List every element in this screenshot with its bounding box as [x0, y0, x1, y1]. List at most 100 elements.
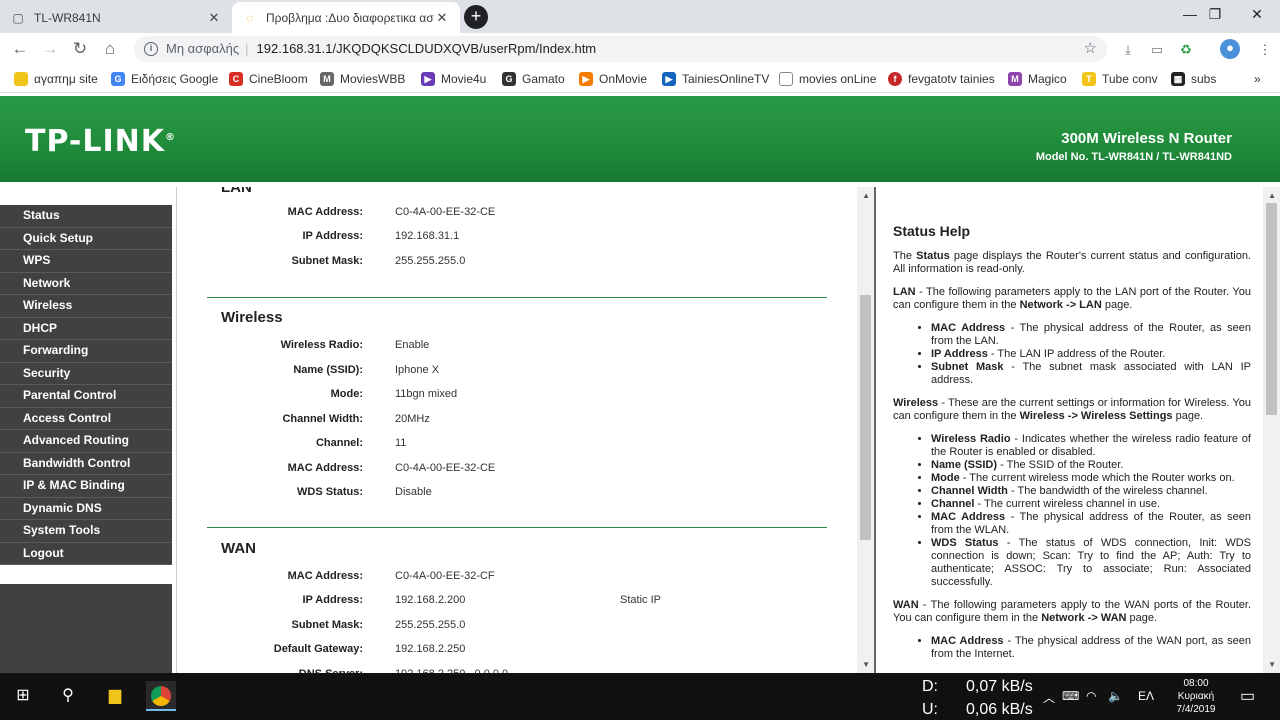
menu-item-dhcp[interactable]: DHCP: [0, 317, 172, 340]
download-icon[interactable]: ⤓: [1119, 41, 1137, 59]
bookmark-label: Movie4u: [441, 72, 487, 86]
notification-icon[interactable]: ▭: [1240, 686, 1255, 706]
help-term: Name (SSID): [931, 459, 998, 471]
help-bold: WAN: [893, 599, 919, 611]
help-bold: Wireless -> Wireless Settings: [1019, 410, 1173, 422]
back-icon[interactable]: ←: [9, 38, 31, 60]
recycle-extension-icon[interactable]: ♻: [1177, 41, 1195, 59]
windows-start-icon[interactable]: ⊞: [8, 681, 38, 711]
bookmark-label: subs: [1191, 72, 1217, 86]
menu-item-logout[interactable]: Logout: [0, 542, 172, 565]
status-row: Name (SSID): Iphone X: [177, 364, 827, 384]
scroll-up-icon[interactable]: ▲: [862, 191, 870, 200]
help-intro: The Status page displays the Router's cu…: [893, 250, 1251, 275]
tubeconv-icon: T: [1082, 72, 1096, 86]
menu-item-system-tools[interactable]: System Tools: [0, 520, 172, 543]
profile-avatar-icon[interactable]: ●: [1220, 39, 1240, 59]
more-bookmarks-icon[interactable]: »: [1254, 70, 1261, 88]
scroll-down-icon[interactable]: ▼: [862, 660, 870, 669]
field-label: Channel:: [315, 437, 363, 449]
moviewbb-icon: M: [320, 72, 334, 86]
scrollbar-thumb[interactable]: [1266, 203, 1277, 415]
bookmark-folder[interactable]: αγαπημ site: [14, 70, 98, 88]
close-tab-icon[interactable]: ✕: [434, 10, 450, 26]
home-icon[interactable]: ⌂: [99, 38, 121, 60]
new-tab-button[interactable]: +: [464, 5, 488, 29]
bookmark-item[interactable]: G Ειδήσεις Google: [111, 70, 218, 88]
volume-icon[interactable]: 🔈: [1108, 689, 1123, 703]
field-label: Wireless Radio:: [280, 339, 363, 351]
address-bar[interactable]: i Μη ασφαλής | 192.168.31.1/JKQDQKSCLDUD…: [134, 36, 1107, 62]
help-bold: LAN: [893, 286, 916, 298]
menu-kebab-icon[interactable]: ⋮: [1256, 41, 1274, 59]
lan-section-title: LAN: [221, 187, 252, 196]
clock[interactable]: 08:00 Κυριακή 7/4/2019: [1166, 677, 1226, 716]
language-indicator[interactable]: ΕΛ: [1138, 689, 1154, 703]
router-header: TP-LINK® 300M Wireless N Router Model No…: [0, 96, 1280, 182]
tab-router[interactable]: ▢ TL-WR841N ✕: [0, 2, 232, 33]
scrollbar-thumb[interactable]: [860, 295, 871, 540]
bookmark-star-icon[interactable]: ☆: [1084, 36, 1097, 62]
menu-item-access-control[interactable]: Access Control: [0, 407, 172, 430]
status-panel: LAN MAC Address: C0-4A-00-EE-32-CE IP Addr…: [176, 187, 874, 673]
status-scrollbar[interactable]: ▲ ▼: [857, 187, 874, 673]
help-desc: - The current wireless channel in use.: [974, 498, 1161, 510]
menu-item-dynamic-dns[interactable]: Dynamic DNS: [0, 497, 172, 520]
bookmark-item[interactable]: M MoviesWBB: [320, 70, 405, 88]
loading-icon: ◌: [246, 10, 254, 25]
menu-item-status[interactable]: Status: [0, 205, 172, 228]
menu-item-quick-setup[interactable]: Quick Setup: [0, 227, 172, 250]
menu-item-ip-mac-binding[interactable]: IP & MAC Binding: [0, 475, 172, 498]
help-list-item: MAC Address - The physical address of th…: [931, 322, 1251, 348]
bookmark-item[interactable]: ▶ OnMovie: [579, 70, 647, 88]
bookmark-item[interactable]: ▶ Movie4u: [421, 70, 486, 88]
menu-item-wireless[interactable]: Wireless: [0, 295, 172, 318]
input-method-icon[interactable]: ⌨: [1062, 689, 1079, 703]
help-desc: - The current wireless mode which the Ro…: [959, 472, 1235, 484]
bookmark-item[interactable]: G Gamato: [502, 70, 565, 88]
bookmark-item[interactable]: M Magico: [1008, 70, 1067, 88]
reload-icon[interactable]: ↻: [69, 38, 91, 60]
status-row: WDS Status: Disable: [177, 486, 827, 506]
clock-time: 08:00: [1183, 678, 1209, 689]
help-desc: - The bandwidth of the wireless channel.: [1007, 485, 1208, 497]
wifi-icon[interactable]: ◠: [1086, 689, 1096, 703]
file-explorer-icon[interactable]: ▆: [100, 681, 130, 711]
bookmark-label: TainiesOnlineTV: [682, 72, 770, 86]
close-tab-icon[interactable]: ✕: [206, 10, 222, 26]
main-menu: Status Quick Setup WPS Network Wireless DHCP F…: [0, 205, 172, 565]
tainiesonline-icon: ▶: [662, 72, 676, 86]
extension-icon[interactable]: ▭: [1148, 41, 1166, 59]
search-icon[interactable]: ⚲: [53, 681, 83, 711]
info-icon[interactable]: i: [144, 42, 158, 56]
bookmark-item[interactable]: C CineBloom: [229, 70, 308, 88]
close-window-button[interactable]: ✕: [1234, 0, 1280, 30]
menu-item-bandwidth-control[interactable]: Bandwidth Control: [0, 452, 172, 475]
menu-item-advanced-routing[interactable]: Advanced Routing: [0, 430, 172, 453]
bookmark-item[interactable]: T Tube conv: [1082, 70, 1158, 88]
status-row: IP Address: 192.168.2.200 Static IP: [177, 594, 827, 614]
help-scrollbar[interactable]: ▲ ▼: [1263, 187, 1280, 673]
field-label: IP Address:: [302, 594, 363, 607]
forward-icon[interactable]: →: [39, 38, 61, 60]
menu-item-forwarding[interactable]: Forwarding: [0, 340, 172, 363]
help-panel: Status Help The Status page displays the…: [874, 187, 1280, 673]
wireless-section-title: Wireless: [221, 309, 283, 326]
field-value: 11: [395, 437, 407, 449]
menu-item-parental-control[interactable]: Parental Control: [0, 385, 172, 408]
chrome-icon[interactable]: [146, 681, 176, 711]
bookmark-item[interactable]: ▶ TainiesOnlineTV: [662, 70, 769, 88]
scroll-down-icon[interactable]: ▼: [1268, 660, 1276, 669]
bookmark-item[interactable]: movies onLine: [779, 70, 876, 88]
wan-section-title: WAN: [221, 540, 256, 557]
bookmark-item[interactable]: ▦ subs: [1171, 70, 1216, 88]
bookmark-item[interactable]: f fevgatotv tainies: [888, 70, 995, 88]
maximize-button[interactable]: ❐: [1192, 0, 1238, 30]
menu-item-wps[interactable]: WPS: [0, 250, 172, 273]
tray-expand-icon[interactable]: ︿: [1043, 689, 1055, 706]
menu-item-network[interactable]: Network: [0, 272, 172, 295]
tab-forum[interactable]: ◌ Προβλημα :Δυο διαφορετικα ασ ✕: [232, 2, 460, 33]
menu-item-security[interactable]: Security: [0, 362, 172, 385]
scroll-up-icon[interactable]: ▲: [1268, 191, 1276, 200]
help-bold: Network -> LAN: [1019, 299, 1102, 311]
